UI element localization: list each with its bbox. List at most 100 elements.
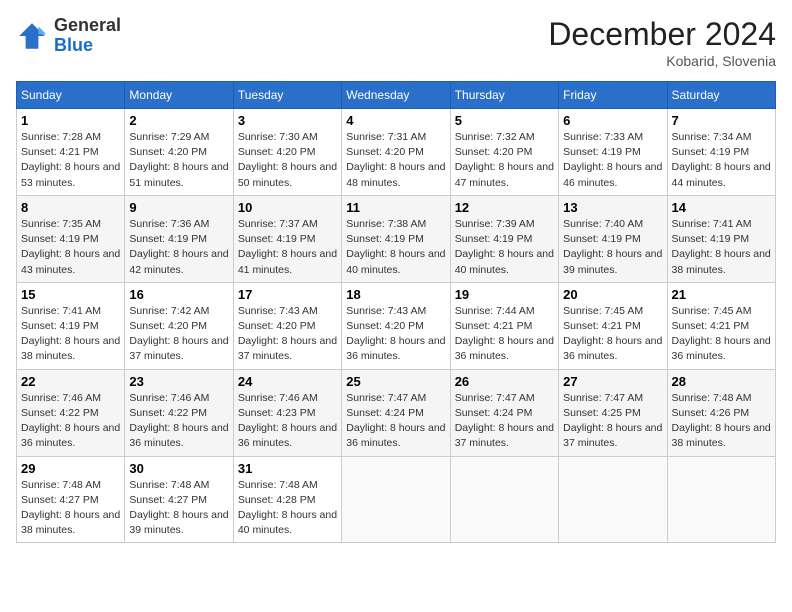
weekday-header-sunday: Sunday [17,82,125,109]
day-number: 4 [346,113,445,128]
calendar-cell: 5 Sunrise: 7:32 AM Sunset: 4:20 PM Dayli… [450,109,558,196]
calendar-cell: 28 Sunrise: 7:48 AM Sunset: 4:26 PM Dayl… [667,369,775,456]
day-info: Sunrise: 7:41 AM Sunset: 4:19 PM Dayligh… [672,217,771,278]
calendar: SundayMondayTuesdayWednesdayThursdayFrid… [16,81,776,543]
day-number: 1 [21,113,120,128]
weekday-header-thursday: Thursday [450,82,558,109]
day-info: Sunrise: 7:45 AM Sunset: 4:21 PM Dayligh… [672,304,771,365]
calendar-cell: 29 Sunrise: 7:48 AM Sunset: 4:27 PM Dayl… [17,456,125,543]
calendar-cell: 19 Sunrise: 7:44 AM Sunset: 4:21 PM Dayl… [450,282,558,369]
day-number: 14 [672,200,771,215]
day-number: 21 [672,287,771,302]
weekday-header-wednesday: Wednesday [342,82,450,109]
logo: General Blue [16,16,121,56]
day-number: 24 [238,374,337,389]
day-info: Sunrise: 7:28 AM Sunset: 4:21 PM Dayligh… [21,130,120,191]
page-header: General Blue December 2024 Kobarid, Slov… [16,16,776,69]
calendar-cell: 24 Sunrise: 7:46 AM Sunset: 4:23 PM Dayl… [233,369,341,456]
calendar-cell: 11 Sunrise: 7:38 AM Sunset: 4:19 PM Dayl… [342,195,450,282]
calendar-cell: 9 Sunrise: 7:36 AM Sunset: 4:19 PM Dayli… [125,195,233,282]
day-info: Sunrise: 7:48 AM Sunset: 4:28 PM Dayligh… [238,478,337,539]
calendar-cell: 14 Sunrise: 7:41 AM Sunset: 4:19 PM Dayl… [667,195,775,282]
calendar-cell: 22 Sunrise: 7:46 AM Sunset: 4:22 PM Dayl… [17,369,125,456]
day-info: Sunrise: 7:31 AM Sunset: 4:20 PM Dayligh… [346,130,445,191]
calendar-week-2: 8 Sunrise: 7:35 AM Sunset: 4:19 PM Dayli… [17,195,776,282]
day-number: 10 [238,200,337,215]
calendar-cell: 4 Sunrise: 7:31 AM Sunset: 4:20 PM Dayli… [342,109,450,196]
day-number: 22 [21,374,120,389]
calendar-cell: 7 Sunrise: 7:34 AM Sunset: 4:19 PM Dayli… [667,109,775,196]
weekday-header-saturday: Saturday [667,82,775,109]
day-number: 25 [346,374,445,389]
day-info: Sunrise: 7:46 AM Sunset: 4:22 PM Dayligh… [21,391,120,452]
day-info: Sunrise: 7:41 AM Sunset: 4:19 PM Dayligh… [21,304,120,365]
calendar-cell: 23 Sunrise: 7:46 AM Sunset: 4:22 PM Dayl… [125,369,233,456]
calendar-cell [342,456,450,543]
logo-icon [16,20,48,52]
day-number: 15 [21,287,120,302]
day-info: Sunrise: 7:38 AM Sunset: 4:19 PM Dayligh… [346,217,445,278]
calendar-cell: 17 Sunrise: 7:43 AM Sunset: 4:20 PM Dayl… [233,282,341,369]
day-info: Sunrise: 7:32 AM Sunset: 4:20 PM Dayligh… [455,130,554,191]
calendar-week-5: 29 Sunrise: 7:48 AM Sunset: 4:27 PM Dayl… [17,456,776,543]
calendar-cell: 12 Sunrise: 7:39 AM Sunset: 4:19 PM Dayl… [450,195,558,282]
day-number: 12 [455,200,554,215]
day-number: 19 [455,287,554,302]
day-number: 8 [21,200,120,215]
day-info: Sunrise: 7:29 AM Sunset: 4:20 PM Dayligh… [129,130,228,191]
day-number: 9 [129,200,228,215]
day-number: 18 [346,287,445,302]
calendar-cell: 6 Sunrise: 7:33 AM Sunset: 4:19 PM Dayli… [559,109,667,196]
day-number: 7 [672,113,771,128]
calendar-cell: 25 Sunrise: 7:47 AM Sunset: 4:24 PM Dayl… [342,369,450,456]
location: Kobarid, Slovenia [548,53,776,69]
day-number: 11 [346,200,445,215]
calendar-cell: 21 Sunrise: 7:45 AM Sunset: 4:21 PM Dayl… [667,282,775,369]
day-info: Sunrise: 7:47 AM Sunset: 4:25 PM Dayligh… [563,391,662,452]
calendar-cell: 16 Sunrise: 7:42 AM Sunset: 4:20 PM Dayl… [125,282,233,369]
day-info: Sunrise: 7:48 AM Sunset: 4:27 PM Dayligh… [129,478,228,539]
day-info: Sunrise: 7:42 AM Sunset: 4:20 PM Dayligh… [129,304,228,365]
day-info: Sunrise: 7:48 AM Sunset: 4:26 PM Dayligh… [672,391,771,452]
day-info: Sunrise: 7:44 AM Sunset: 4:21 PM Dayligh… [455,304,554,365]
calendar-cell: 1 Sunrise: 7:28 AM Sunset: 4:21 PM Dayli… [17,109,125,196]
calendar-week-1: 1 Sunrise: 7:28 AM Sunset: 4:21 PM Dayli… [17,109,776,196]
calendar-cell: 13 Sunrise: 7:40 AM Sunset: 4:19 PM Dayl… [559,195,667,282]
day-info: Sunrise: 7:35 AM Sunset: 4:19 PM Dayligh… [21,217,120,278]
day-info: Sunrise: 7:33 AM Sunset: 4:19 PM Dayligh… [563,130,662,191]
day-number: 3 [238,113,337,128]
day-number: 29 [21,461,120,476]
day-info: Sunrise: 7:46 AM Sunset: 4:22 PM Dayligh… [129,391,228,452]
day-info: Sunrise: 7:30 AM Sunset: 4:20 PM Dayligh… [238,130,337,191]
calendar-cell: 2 Sunrise: 7:29 AM Sunset: 4:20 PM Dayli… [125,109,233,196]
calendar-cell: 27 Sunrise: 7:47 AM Sunset: 4:25 PM Dayl… [559,369,667,456]
day-info: Sunrise: 7:47 AM Sunset: 4:24 PM Dayligh… [346,391,445,452]
calendar-cell: 30 Sunrise: 7:48 AM Sunset: 4:27 PM Dayl… [125,456,233,543]
day-info: Sunrise: 7:36 AM Sunset: 4:19 PM Dayligh… [129,217,228,278]
weekday-header-monday: Monday [125,82,233,109]
calendar-week-3: 15 Sunrise: 7:41 AM Sunset: 4:19 PM Dayl… [17,282,776,369]
calendar-cell: 26 Sunrise: 7:47 AM Sunset: 4:24 PM Dayl… [450,369,558,456]
weekday-header-tuesday: Tuesday [233,82,341,109]
day-info: Sunrise: 7:45 AM Sunset: 4:21 PM Dayligh… [563,304,662,365]
day-number: 20 [563,287,662,302]
title-block: December 2024 Kobarid, Slovenia [548,16,776,69]
calendar-cell [559,456,667,543]
calendar-cell [450,456,558,543]
day-number: 2 [129,113,228,128]
day-number: 6 [563,113,662,128]
day-number: 17 [238,287,337,302]
day-number: 27 [563,374,662,389]
day-info: Sunrise: 7:39 AM Sunset: 4:19 PM Dayligh… [455,217,554,278]
day-number: 16 [129,287,228,302]
day-info: Sunrise: 7:40 AM Sunset: 4:19 PM Dayligh… [563,217,662,278]
day-info: Sunrise: 7:46 AM Sunset: 4:23 PM Dayligh… [238,391,337,452]
day-number: 23 [129,374,228,389]
day-info: Sunrise: 7:43 AM Sunset: 4:20 PM Dayligh… [238,304,337,365]
day-number: 28 [672,374,771,389]
calendar-cell: 3 Sunrise: 7:30 AM Sunset: 4:20 PM Dayli… [233,109,341,196]
day-info: Sunrise: 7:43 AM Sunset: 4:20 PM Dayligh… [346,304,445,365]
calendar-cell: 10 Sunrise: 7:37 AM Sunset: 4:19 PM Dayl… [233,195,341,282]
logo-text: General Blue [54,16,121,56]
day-number: 13 [563,200,662,215]
